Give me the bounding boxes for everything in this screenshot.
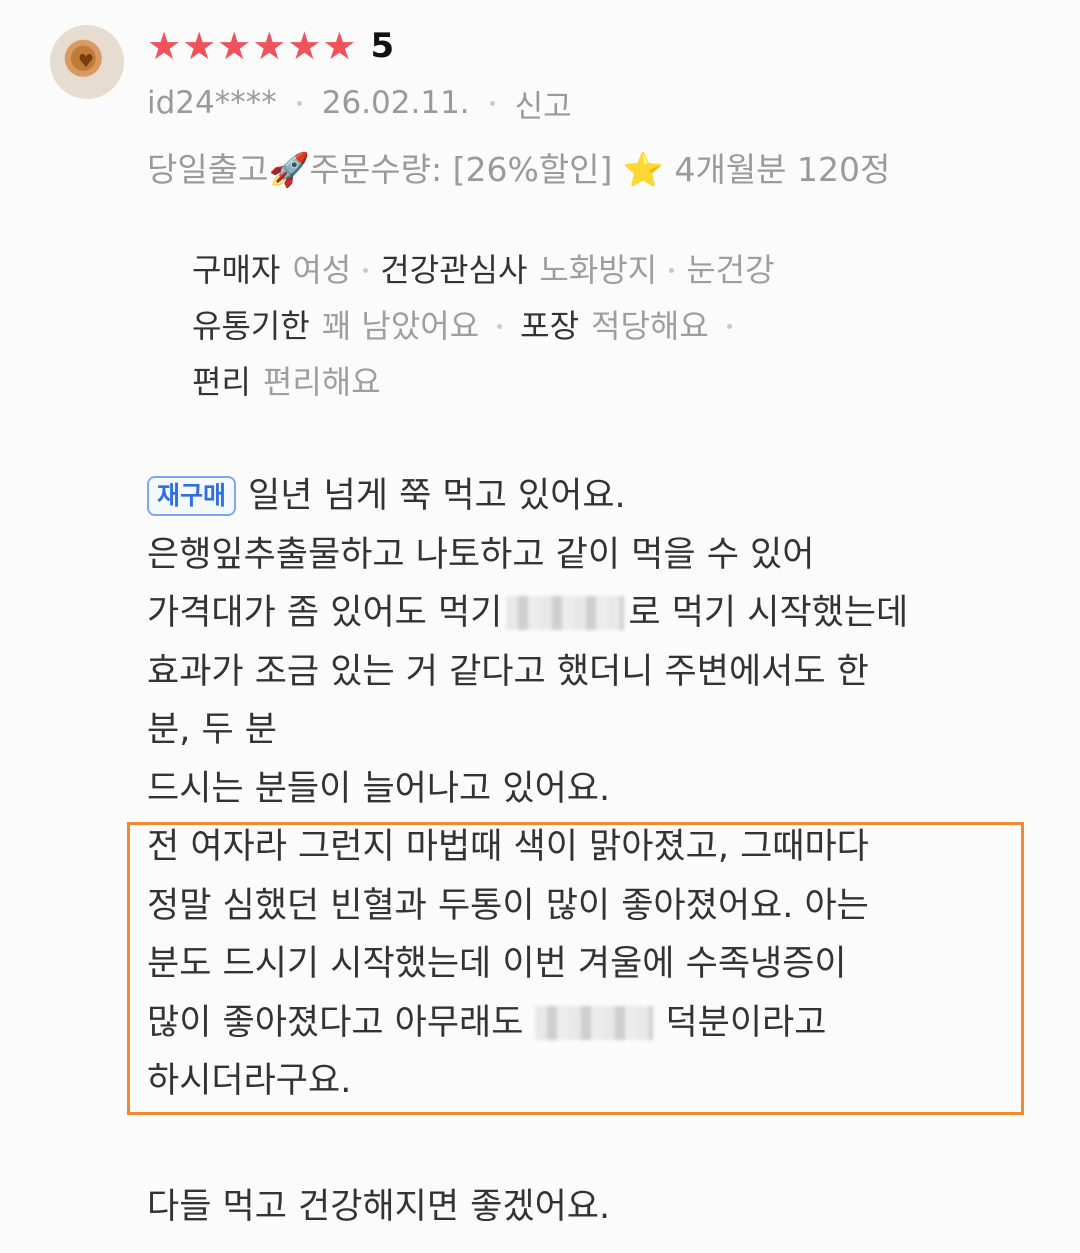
repurchase-badge: 재구매 <box>147 476 237 517</box>
rating-row: ★ ★ ★ ★ ★ ★ 5 <box>147 24 394 68</box>
review-meta: id24**** 26.02.11. 신고 <box>147 81 572 126</box>
blurred-product-name <box>506 596 625 631</box>
rating-score: 5 <box>370 26 395 66</box>
summary-key: 유통기한 <box>192 307 310 345</box>
separator-dot <box>726 323 732 329</box>
review-summary: 구매자 여성 건강관심사 노화방지 눈건강 유통기한 꽤 남았어요 포장 적당해… <box>192 242 775 410</box>
summary-line: 유통기한 꽤 남았어요 포장 적당해요 <box>192 298 775 354</box>
separator-dot <box>669 267 675 273</box>
summary-key: 구매자 <box>192 251 281 289</box>
separator-dot <box>363 267 369 273</box>
review-line: 드시는 분들이 늘어나고 있어요. <box>147 768 611 809</box>
star-rating: ★ ★ ★ ★ ★ ★ <box>147 24 356 68</box>
review-date: 26.02.11. <box>321 85 470 121</box>
review-text: 일년 넘게 쭉 먹고 있어요. <box>248 476 626 516</box>
heart-icon: ♥ <box>77 51 95 72</box>
review-line: 가격대가 좀 있어도 먹기 로 먹기 시작했는데 <box>147 584 1047 643</box>
reviewer-id: id24**** <box>147 85 277 121</box>
summary-line: 구매자 여성 건강관심사 노화방지 눈건강 <box>192 242 775 298</box>
summary-key: 포장 <box>520 307 580 345</box>
reviewer-avatar: ♥ <box>50 25 124 99</box>
review-line: 재구매 일년 넘게 쭉 먹고 있어요. <box>147 467 1047 526</box>
star-icon: ★ <box>147 24 182 68</box>
review-line: 분, 두 분 <box>147 710 277 750</box>
separator-dot <box>489 100 495 106</box>
star-icon: ★ <box>287 24 322 68</box>
star-icon: ★ <box>217 24 252 68</box>
summary-key: 건강관심사 <box>380 251 528 289</box>
star-icon: ★ <box>322 24 357 68</box>
summary-key: 편리 <box>192 363 251 401</box>
summary-value: 노화방지 <box>539 251 658 289</box>
review-line: 효과가 조금 있는 거 같다고 했더니 주변에서도 한 <box>147 651 869 692</box>
report-link[interactable]: 신고 <box>515 81 572 126</box>
summary-value: 편리해요 <box>262 363 381 401</box>
review-text: 가격대가 좀 있어도 먹기 <box>147 593 503 633</box>
review-closing: 다들 먹고 건강해지면 좋겠어요. <box>147 1187 611 1227</box>
separator-dot <box>497 323 503 329</box>
summary-value: 눈건강 <box>686 251 775 289</box>
summary-value: 여성 <box>292 251 352 289</box>
star-icon: ★ <box>182 24 217 68</box>
review-text: 로 먹기 시작했는데 <box>628 593 909 633</box>
separator-dot <box>296 100 302 106</box>
star-icon: ★ <box>252 24 287 68</box>
purchase-option: 당일출고🚀주문수량: [26%할인] ⭐ 4개월분 120정 <box>147 150 891 189</box>
summary-value: 적당해요 <box>591 307 709 345</box>
review-line: 은행잎추출물하고 나토하고 같이 먹을 수 있어 <box>147 534 815 575</box>
summary-line: 편리 편리해요 <box>192 354 775 410</box>
summary-value: 꽤 남았어요 <box>321 307 480 345</box>
highlight-box <box>127 822 1024 1115</box>
